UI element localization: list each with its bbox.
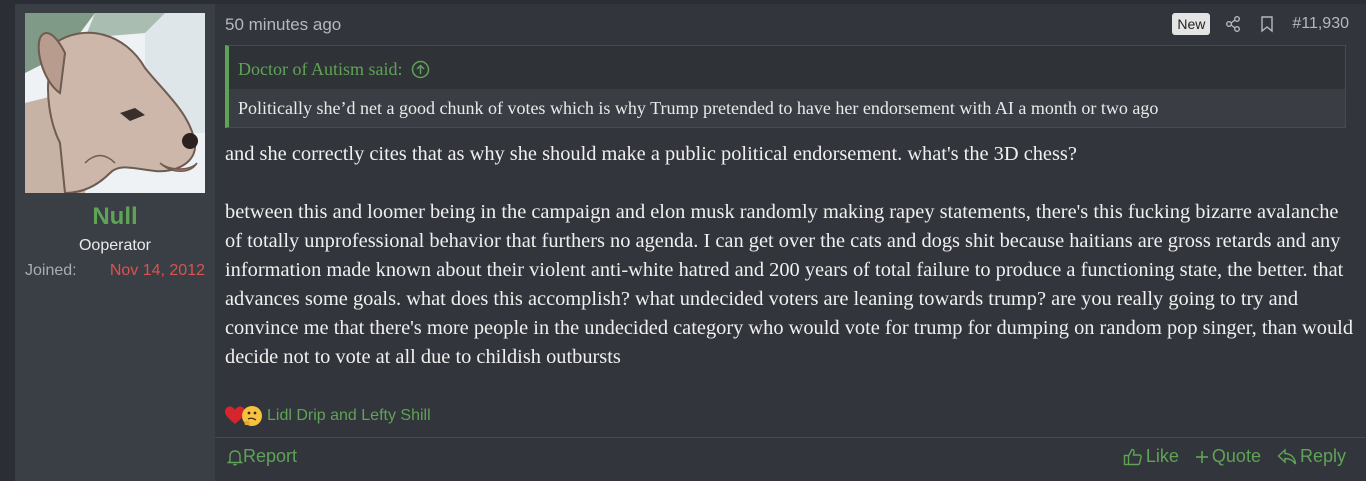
new-badge: New <box>1172 13 1211 35</box>
thumbs-up-icon <box>1123 448 1142 465</box>
jump-up-icon[interactable] <box>411 60 430 79</box>
like-label: Like <box>1145 446 1179 466</box>
quote-text: Politically she’d net a good chunk of vo… <box>229 89 1345 127</box>
reply-label: Reply <box>1299 446 1346 466</box>
post-main: 50 minutes ago New #11,930 Doctor of Aut… <box>215 4 1366 481</box>
plus-icon <box>1195 450 1208 463</box>
quote-author[interactable]: Doctor of Autism said: <box>238 59 403 80</box>
reply-icon <box>1277 447 1297 464</box>
user-title: Ooperator <box>78 237 152 254</box>
post-number[interactable]: #11,930 <box>1292 15 1349 33</box>
bell-icon <box>227 449 243 465</box>
post-paragraph: between this and loomer being in the cam… <box>225 201 1354 368</box>
post-body: and she correctly cites that as why she … <box>225 140 1355 372</box>
quote-header[interactable]: Doctor of Autism said: <box>238 59 430 80</box>
thinking-emoji-icon <box>242 406 262 426</box>
report-button[interactable]: Report <box>227 446 297 467</box>
like-button[interactable]: Like <box>1123 446 1179 467</box>
avatar[interactable] <box>25 13 205 193</box>
reactions-bar[interactable]: Lidl Drip and Lefty Shill <box>225 405 431 427</box>
post-meta: New #11,930 <box>1172 13 1349 35</box>
username[interactable]: Null <box>15 203 215 231</box>
joined-date: Nov 14, 2012 <box>109 262 205 279</box>
quote-label: Quote <box>1211 446 1261 466</box>
report-label: Report <box>243 446 298 466</box>
dog-avatar-icon <box>25 13 205 193</box>
reaction-users[interactable]: Lidl Drip and Lefty Shill <box>267 407 431 425</box>
share-icon[interactable] <box>1224 15 1242 33</box>
bookmark-icon[interactable] <box>1258 15 1276 33</box>
post-paragraph: and she correctly cites that as why she … <box>225 143 1077 165</box>
quote-block: Doctor of Autism said: Politically she’d… <box>225 45 1346 128</box>
user-panel: Null Ooperator Joined: Nov 14, 2012 <box>15 4 215 481</box>
post-actions: Like Quote Reply <box>1107 446 1346 467</box>
footer-divider <box>215 437 1366 438</box>
post-timestamp[interactable]: 50 minutes ago <box>225 15 341 35</box>
joined-label: Joined: <box>25 262 77 279</box>
reply-button[interactable]: Reply <box>1277 446 1346 467</box>
quote-button[interactable]: Quote <box>1195 446 1261 467</box>
forum-post: Null Ooperator Joined: Nov 14, 2012 50 m… <box>15 4 1366 481</box>
reaction-icons <box>225 405 265 427</box>
